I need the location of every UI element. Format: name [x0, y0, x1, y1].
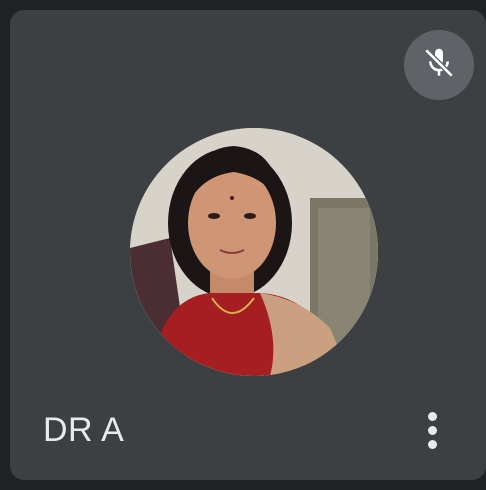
- mic-muted-badge: [404, 30, 474, 100]
- more-vert-icon-dot: [427, 439, 437, 449]
- more-options-button[interactable]: [414, 402, 450, 458]
- participant-name: DR A: [43, 411, 125, 449]
- participant-tile[interactable]: DR A: [10, 10, 486, 480]
- avatar: [130, 128, 378, 376]
- more-vert-icon: [427, 411, 437, 421]
- mic-off-icon: [420, 44, 458, 87]
- participant-photo: [130, 128, 378, 376]
- more-vert-icon-dot: [427, 425, 437, 435]
